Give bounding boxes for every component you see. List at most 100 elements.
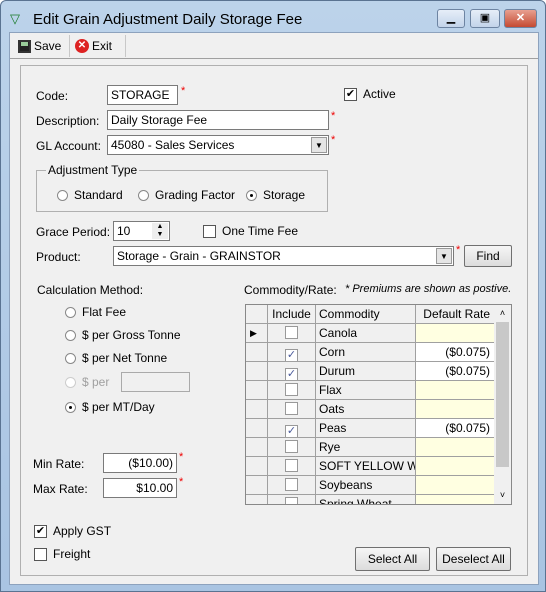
table-row[interactable]: Spring Wheat <box>246 495 495 504</box>
radio-storage[interactable]: Storage <box>246 188 305 202</box>
close-button[interactable]: ✕ <box>504 9 537 28</box>
maximize-button[interactable]: ▣ <box>470 9 500 28</box>
table-row[interactable]: ✓ Corn ($0.075) <box>246 343 495 362</box>
apply-gst-checkbox[interactable]: ✔ Apply GST <box>34 524 111 538</box>
include-checkbox[interactable] <box>285 459 298 472</box>
row-selector[interactable] <box>246 362 268 381</box>
include-checkbox[interactable] <box>285 440 298 453</box>
row-selector[interactable] <box>246 381 268 400</box>
gl-account-select[interactable]: 45080 - Sales Services ▼ <box>107 135 329 155</box>
product-select[interactable]: Storage - Grain - GRAINSTOR ▼ <box>113 246 454 266</box>
default-rate-cell[interactable] <box>416 324 495 343</box>
deselect-all-button[interactable]: Deselect All <box>436 547 511 571</box>
scroll-up-icon[interactable]: ˄ <box>494 305 511 322</box>
adjustment-type-group: Adjustment Type Standard Grading Factor … <box>36 163 328 212</box>
radio-label: Standard <box>74 188 123 202</box>
default-rate-cell[interactable]: ($0.075) <box>416 419 495 438</box>
table-row[interactable]: Oats <box>246 400 495 419</box>
row-selector[interactable] <box>246 343 268 362</box>
table-row[interactable]: Rye <box>246 438 495 457</box>
find-button[interactable]: Find <box>464 245 512 267</box>
active-checkbox[interactable]: ✔ Active <box>344 87 396 101</box>
one-time-fee-checkbox[interactable]: One Time Fee <box>203 224 298 238</box>
include-cell[interactable] <box>268 457 316 476</box>
radio-label: $ per <box>82 375 110 389</box>
table-row[interactable]: ▶ Canola <box>246 324 495 343</box>
default-rate-cell[interactable]: ($0.075) <box>416 362 495 381</box>
include-cell[interactable] <box>268 476 316 495</box>
include-cell[interactable] <box>268 324 316 343</box>
code-input[interactable]: STORAGE <box>107 85 178 105</box>
radio-standard[interactable]: Standard <box>57 188 123 202</box>
include-checkbox[interactable] <box>285 402 298 415</box>
radio-per-custom[interactable]: $ per <box>65 375 109 389</box>
include-checkbox[interactable]: ✓ <box>285 349 298 361</box>
radio-icon <box>138 189 149 201</box>
table-row[interactable]: ✓ Peas ($0.075) <box>246 419 495 438</box>
include-checkbox[interactable] <box>285 497 298 504</box>
default-rate-cell[interactable] <box>416 438 495 457</box>
include-cell[interactable] <box>268 438 316 457</box>
include-cell[interactable] <box>268 495 316 504</box>
row-selector[interactable] <box>246 438 268 457</box>
include-cell[interactable]: ✓ <box>268 343 316 362</box>
radio-per-mt-day[interactable]: $ per MT/Day <box>65 400 155 414</box>
spin-arrows-icon[interactable]: ▲ ▼ <box>152 223 168 239</box>
include-checkbox[interactable] <box>285 383 298 396</box>
min-rate-input[interactable]: ($10.00) <box>103 453 177 473</box>
row-selector[interactable] <box>246 495 268 504</box>
save-button[interactable]: Save <box>14 35 70 57</box>
min-rate-label: Min Rate: <box>33 457 85 471</box>
radio-grading-factor[interactable]: Grading Factor <box>138 188 235 202</box>
minimize-button[interactable]: ▁ <box>437 9 465 28</box>
table-row[interactable]: SOFT YELLOW WI <box>246 457 495 476</box>
row-selector[interactable] <box>246 476 268 495</box>
include-checkbox[interactable]: ✓ <box>285 425 298 437</box>
table-row[interactable]: Flax <box>246 381 495 400</box>
checkbox-icon: ✔ <box>344 87 357 101</box>
column-header-commodity[interactable]: Commodity <box>316 305 416 324</box>
scroll-down-icon[interactable]: ˅ <box>494 487 511 504</box>
row-selector[interactable]: ▶ <box>246 324 268 343</box>
default-rate-cell[interactable] <box>416 381 495 400</box>
include-cell[interactable]: ✓ <box>268 419 316 438</box>
table-row[interactable]: ✓ Durum ($0.075) <box>246 362 495 381</box>
grace-period-stepper[interactable]: 10 ▲ ▼ <box>113 221 170 241</box>
checkbox-icon <box>203 224 216 238</box>
description-input[interactable]: Daily Storage Fee <box>107 110 329 130</box>
select-all-button[interactable]: Select All <box>355 547 430 571</box>
commodity-cell: Soybeans <box>316 476 416 495</box>
radio-per-gross-tonne[interactable]: $ per Gross Tonne <box>65 328 181 342</box>
radio-icon <box>65 401 76 413</box>
row-selector[interactable] <box>246 457 268 476</box>
include-checkbox[interactable]: ✓ <box>285 368 298 380</box>
premiums-note: * Premiums are shown as postive. <box>345 283 512 295</box>
include-checkbox[interactable] <box>285 326 298 339</box>
calculation-method-label: Calculation Method: <box>37 283 144 297</box>
default-rate-cell[interactable] <box>416 476 495 495</box>
per-unit-input[interactable] <box>121 372 190 392</box>
max-rate-input[interactable]: $10.00 <box>103 478 177 498</box>
row-selector[interactable] <box>246 400 268 419</box>
include-cell[interactable] <box>268 400 316 419</box>
default-rate-cell[interactable]: ($0.075) <box>416 343 495 362</box>
table-row[interactable]: Soybeans <box>246 476 495 495</box>
radio-icon <box>65 352 76 364</box>
include-cell[interactable] <box>268 381 316 400</box>
freight-checkbox[interactable]: Freight <box>34 547 90 561</box>
column-header-default-rate[interactable]: Default Rate <box>416 305 495 324</box>
default-rate-cell[interactable] <box>416 495 495 504</box>
default-rate-cell[interactable] <box>416 400 495 419</box>
default-rate-cell[interactable] <box>416 457 495 476</box>
include-cell[interactable]: ✓ <box>268 362 316 381</box>
row-selector[interactable] <box>246 419 268 438</box>
radio-flat-fee[interactable]: Flat Fee <box>65 305 126 319</box>
exit-button[interactable]: ✕ Exit <box>71 35 126 57</box>
scroll-thumb[interactable] <box>496 322 509 467</box>
grid-scrollbar[interactable]: ˄ ˅ <box>494 305 511 504</box>
commodity-cell: Corn <box>316 343 416 362</box>
column-header-include[interactable]: Include <box>268 305 316 324</box>
radio-per-net-tonne[interactable]: $ per Net Tonne <box>65 351 167 365</box>
include-checkbox[interactable] <box>285 478 298 491</box>
commodity-cell: Flax <box>316 381 416 400</box>
